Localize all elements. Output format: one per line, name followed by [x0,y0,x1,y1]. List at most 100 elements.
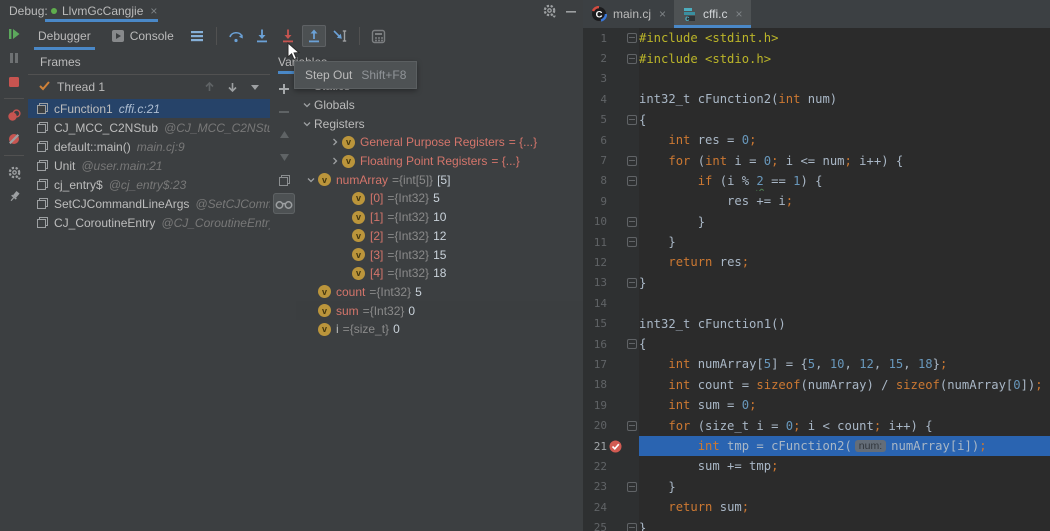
close-icon[interactable]: × [735,7,742,21]
code-text[interactable]: } [639,517,1050,531]
gutter[interactable]: 19 [583,395,639,415]
move-up-button[interactable] [273,124,295,145]
code-line-17[interactable]: 17 int numArray[5] = {5, 10, 12, 15, 18}… [583,354,1050,374]
fold-marker-icon[interactable] [624,421,639,431]
close-icon[interactable]: × [659,7,666,21]
code-text[interactable]: int res = 0; [639,130,1050,150]
down-arrow-icon[interactable] [227,81,238,93]
stop-button[interactable] [0,70,28,94]
code-text[interactable]: sum += tmp; [639,456,1050,476]
chevron-down-icon[interactable] [300,119,314,129]
step-into-button[interactable] [250,25,274,47]
pause-button[interactable] [0,46,28,70]
gutter[interactable]: 12 [583,252,639,272]
fold-marker-icon[interactable] [624,54,639,64]
variable-row[interactable]: vi= {size_t}0 [296,320,583,339]
step-over-button[interactable] [224,25,248,47]
gutter[interactable]: 22 [583,456,639,476]
gutter[interactable]: 1 [583,28,639,48]
fold-marker-icon[interactable] [624,237,639,247]
gutter[interactable]: 2 [583,48,639,68]
gutter[interactable]: 10 [583,212,639,232]
thread-selector[interactable]: Thread 1 [28,75,270,99]
code-text[interactable]: } [639,212,1050,232]
code-area[interactable]: 1#include <stdint.h>2#include <stdio.h>3… [583,28,1050,531]
gutter[interactable]: 23 [583,477,639,497]
gutter[interactable]: 17 [583,354,639,374]
breakpoint-check-icon[interactable] [607,440,624,453]
chevron-right-icon[interactable] [328,137,342,147]
fold-marker-icon[interactable] [624,523,639,531]
frame-row[interactable]: CJ_CoroutineEntry@CJ_CoroutineEntry: [28,213,270,232]
variable-row[interactable]: Globals [296,96,583,115]
tab-console[interactable]: Console [101,23,184,50]
gutter[interactable]: 6 [583,130,639,150]
editor-tab-cffi.c[interactable]: ccffi.c× [674,0,750,28]
gutter[interactable]: 16 [583,334,639,354]
code-line-9[interactable]: 9 res += i; [583,191,1050,211]
fold-marker-icon[interactable] [624,115,639,125]
code-line-23[interactable]: 23 } [583,477,1050,497]
gutter[interactable]: 14 [583,293,639,313]
gutter[interactable]: 8 [583,171,639,191]
code-line-3[interactable]: 3 [583,69,1050,89]
editor-tab-main.cj[interactable]: Cmain.cj× [583,0,674,28]
code-line-14[interactable]: 14 [583,293,1050,313]
code-line-12[interactable]: 12 return res; [583,252,1050,272]
gutter[interactable]: 4 [583,89,639,109]
code-text[interactable]: int numArray[5] = {5, 10, 12, 15, 18}; [639,354,1050,374]
variable-row[interactable]: v[3]= {Int32}15 [296,245,583,264]
code-text[interactable]: int tmp = cFunction2(num:numArray[i]); [639,436,1050,456]
variable-row[interactable]: vsum= {Int32}0 [296,301,583,320]
code-text[interactable]: int count = sizeof(numArray) / sizeof(nu… [639,375,1050,395]
code-line-10[interactable]: 10 } [583,212,1050,232]
settings-button[interactable] [0,160,28,184]
variable-row[interactable]: vFloating Point Registers= {...} [296,152,583,171]
variable-row[interactable]: Registers [296,114,583,133]
step-out-button[interactable] [302,25,326,47]
variable-row[interactable]: v[2]= {Int32}12 [296,227,583,246]
code-text[interactable]: int32_t cFunction1() [639,313,1050,333]
chevron-right-icon[interactable] [328,156,342,166]
frame-row[interactable]: Unit@user.main:21 [28,156,270,175]
code-text[interactable]: #include <stdio.h> [639,48,1050,68]
gutter[interactable]: 21 [583,436,639,456]
threads-menu-icon[interactable] [185,25,209,47]
gutter[interactable]: 20 [583,415,639,435]
code-text[interactable]: for (int i = 0; i <= num; i++) { [639,150,1050,170]
gutter[interactable]: 15 [583,313,639,333]
gutter[interactable]: 13 [583,273,639,293]
move-down-button[interactable] [273,147,295,168]
fold-marker-icon[interactable] [624,217,639,227]
variable-row[interactable]: v[1]= {Int32}10 [296,208,583,227]
variable-row[interactable]: v[0]= {Int32}5 [296,189,583,208]
show-watches-button[interactable] [273,193,295,214]
view-breakpoints-button[interactable] [0,103,28,127]
code-line-1[interactable]: 1#include <stdint.h> [583,28,1050,48]
code-text[interactable]: res += i; [639,191,1050,211]
variable-row[interactable]: vnumArray= {int[5]}[5] [296,170,583,189]
close-icon[interactable]: × [150,4,157,18]
code-text[interactable] [639,293,1050,313]
code-text[interactable]: { [639,334,1050,354]
code-line-7[interactable]: 7 for (int i = 0; i <= num; i++) { [583,150,1050,170]
code-line-20[interactable]: 20 for (size_t i = 0; i < count; i++) { [583,415,1050,435]
code-line-19[interactable]: 19 int sum = 0; [583,395,1050,415]
gutter[interactable]: 9 [583,191,639,211]
run-to-cursor-button[interactable] [328,25,352,47]
mute-breakpoints-button[interactable] [0,127,28,151]
fold-marker-icon[interactable] [624,156,639,166]
tab-debugger[interactable]: Debugger [28,23,101,50]
code-line-25[interactable]: 25} [583,517,1050,531]
code-text[interactable] [639,69,1050,89]
variable-row[interactable]: vcount= {Int32}5 [296,283,583,302]
code-text[interactable]: return sum; [639,497,1050,517]
frame-row[interactable]: cj_entry$@cj_entry$:23 [28,175,270,194]
chevron-down-icon[interactable] [304,175,318,185]
code-line-22[interactable]: 22 sum += tmp; [583,456,1050,476]
code-line-5[interactable]: 5{ [583,110,1050,130]
gutter[interactable]: 3 [583,69,639,89]
code-text[interactable]: return res; [639,252,1050,272]
code-text[interactable]: for (size_t i = 0; i < count; i++) { [639,415,1050,435]
code-line-24[interactable]: 24 return sum; [583,497,1050,517]
